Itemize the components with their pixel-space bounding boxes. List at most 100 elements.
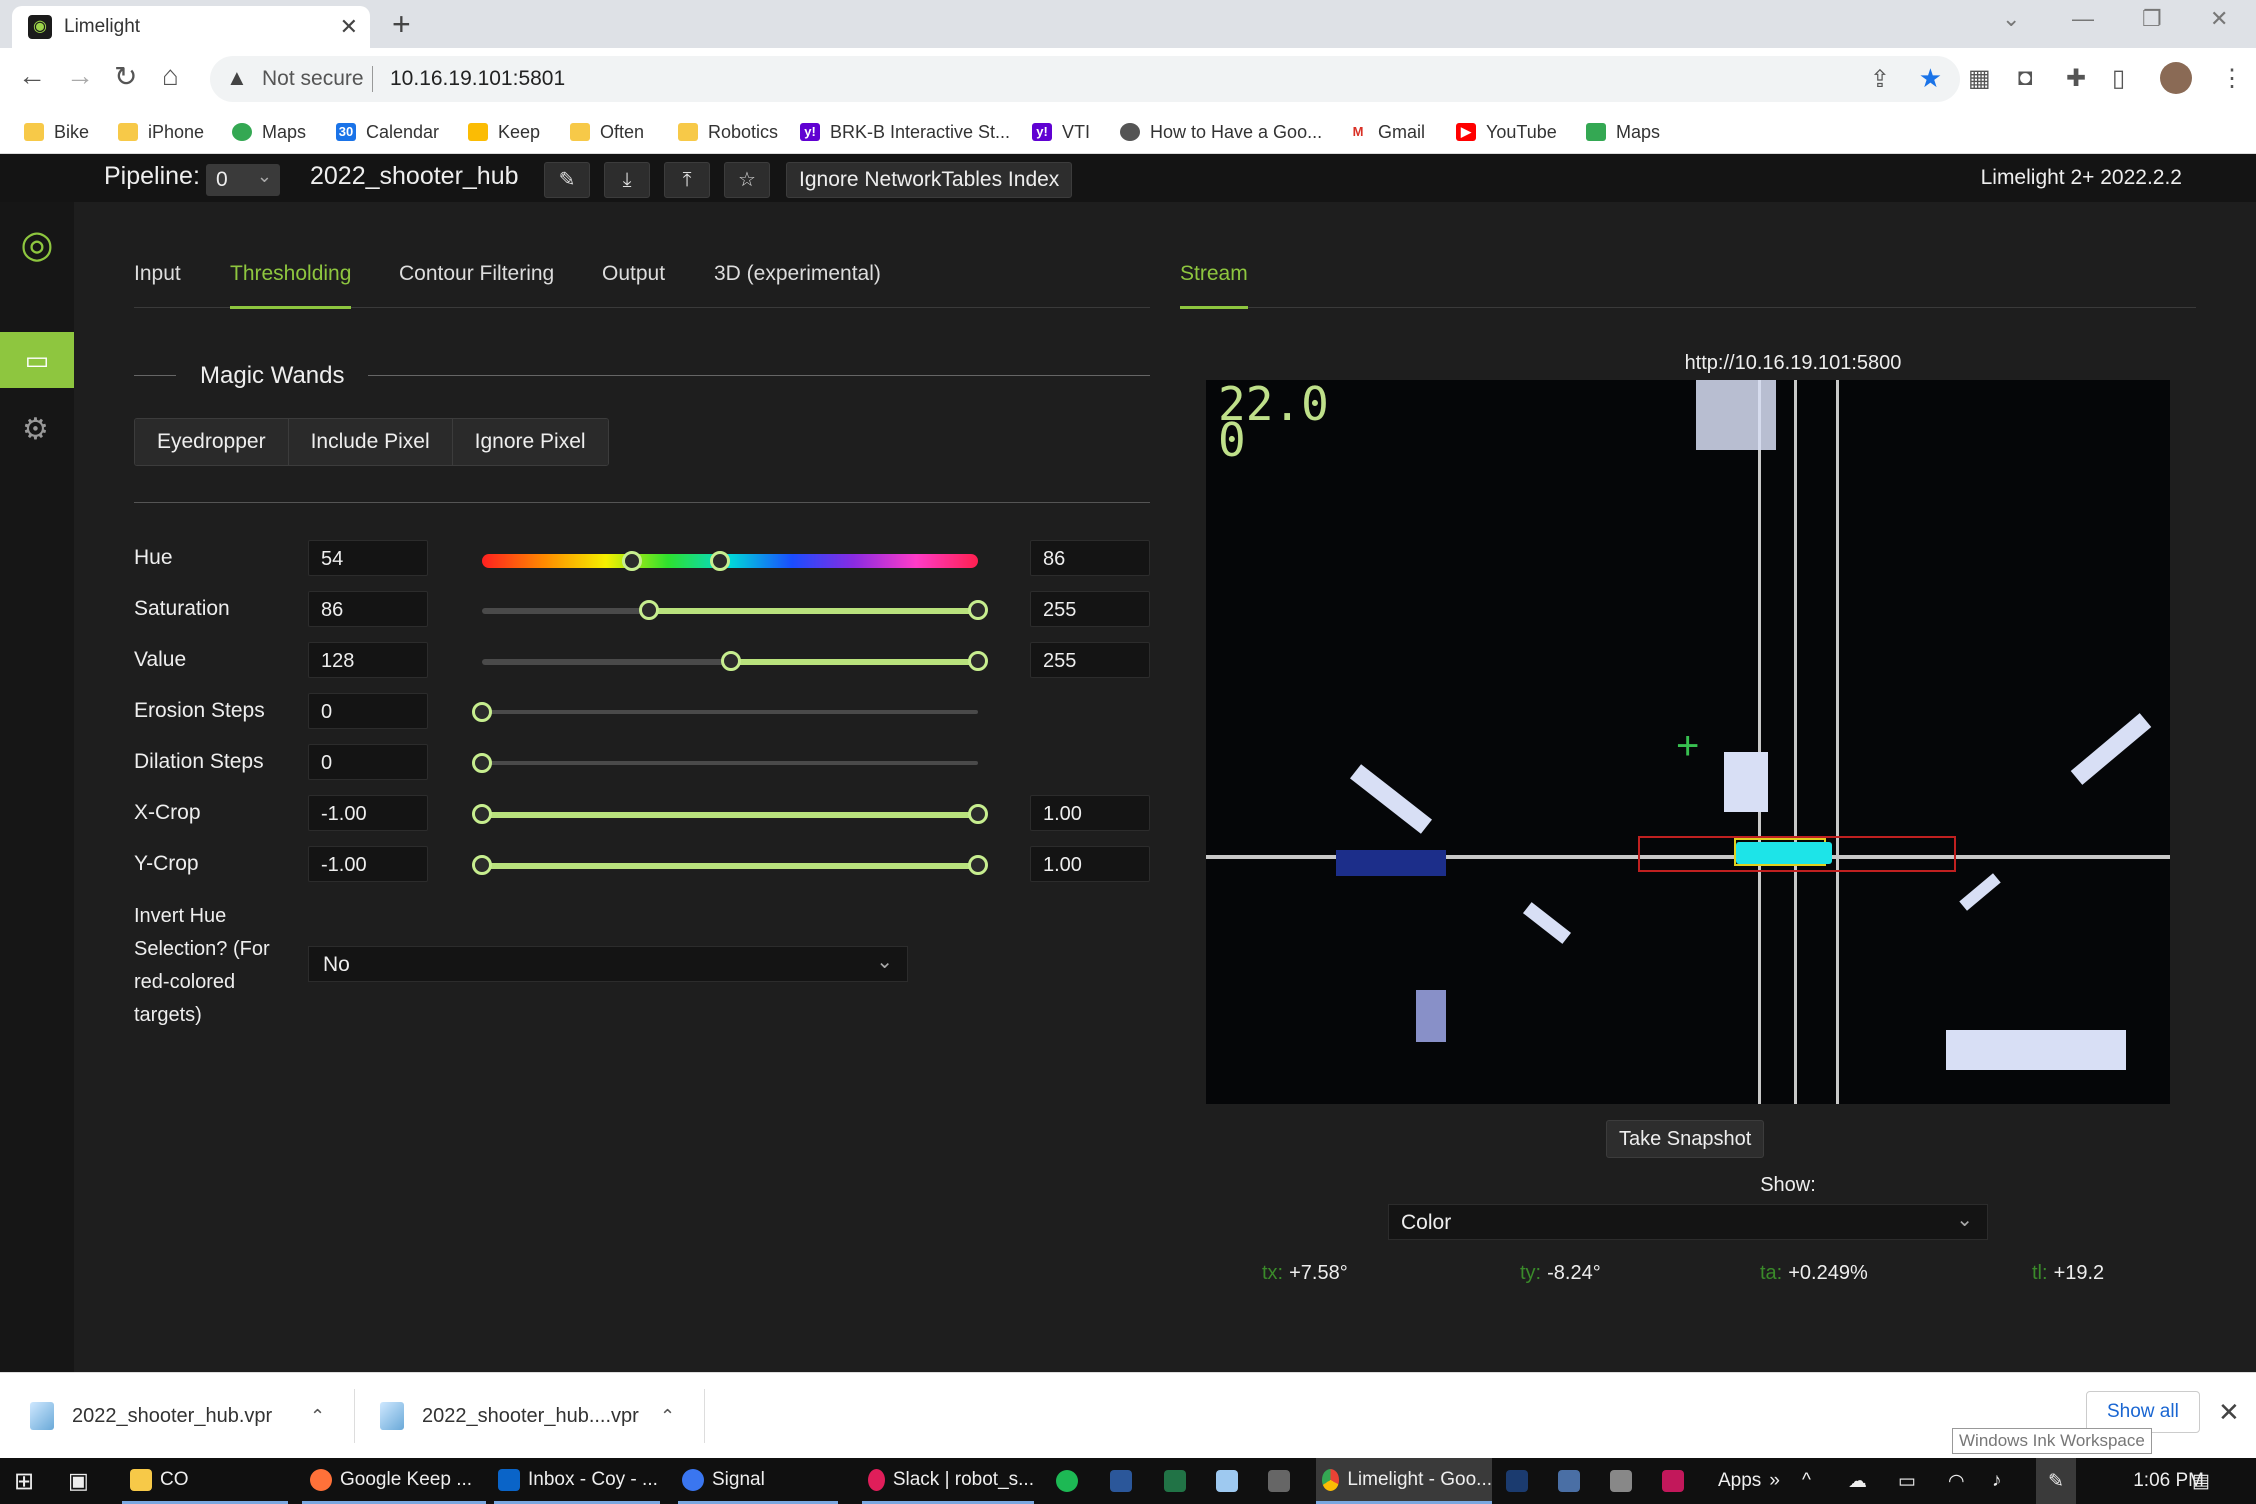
bookmark-youtube[interactable]: ▶ YouTube — [1456, 110, 1557, 154]
close-tab-icon[interactable]: ✕ — [340, 14, 358, 40]
erosion-input[interactable]: 0 — [308, 693, 428, 729]
include-pixel-button[interactable]: Include Pixel — [288, 419, 453, 465]
calendar-app-icon[interactable] — [1610, 1458, 1632, 1504]
excel-icon[interactable] — [1164, 1458, 1186, 1504]
y-crop-max-handle[interactable] — [968, 855, 988, 875]
bookmark-gmail[interactable]: M Gmail — [1348, 110, 1425, 154]
tab-output[interactable]: Output — [602, 262, 665, 286]
dilation-input[interactable]: 0 — [308, 744, 428, 780]
taskbar-signal[interactable]: Signal — [678, 1458, 838, 1504]
hue-slider[interactable] — [482, 551, 978, 571]
erosion-handle[interactable] — [472, 702, 492, 722]
cloud-icon[interactable]: ☁ — [1848, 1458, 1867, 1504]
taskbar-slack[interactable]: Slack | robot_s... — [862, 1458, 1034, 1504]
taskbar-outlook[interactable]: Inbox - Coy - ... — [494, 1458, 660, 1504]
extension-icon[interactable]: ▦ — [1968, 64, 1991, 93]
notifications-icon[interactable]: ▤ — [2192, 1458, 2210, 1504]
camera-stream[interactable]: 22.0 0 + — [1206, 380, 2170, 1104]
dilation-slider[interactable] — [472, 753, 978, 773]
taskbar-chrome[interactable]: Limelight - Goo... — [1316, 1458, 1492, 1504]
puzzle-extensions-icon[interactable]: ✚ — [2066, 64, 2086, 93]
invert-hue-select[interactable]: No ⌄ — [308, 946, 908, 982]
reload-icon[interactable]: ↻ — [114, 60, 137, 93]
bookmark-maps-2[interactable]: Maps — [1586, 110, 1660, 154]
value-max-input[interactable]: 255 — [1030, 642, 1150, 678]
vpn-icon[interactable] — [1506, 1458, 1528, 1504]
y-crop-slider[interactable] — [472, 855, 988, 875]
tab-search-icon[interactable]: ⌄ — [2002, 6, 2020, 32]
taskbar-firefox[interactable]: Google Keep ... — [302, 1458, 486, 1504]
y-crop-min-input[interactable]: -1.00 — [308, 846, 428, 882]
hue-max-handle[interactable] — [710, 551, 731, 571]
value-slider[interactable] — [482, 651, 988, 671]
bookmark-star-icon[interactable]: ★ — [1919, 63, 1942, 94]
bookmark-keep[interactable]: Keep — [468, 110, 540, 154]
bookmark-bike[interactable]: Bike — [24, 110, 89, 154]
bookmark-vti[interactable]: y! VTI — [1032, 110, 1090, 154]
task-view-icon[interactable]: ▣ — [68, 1458, 89, 1504]
wifi-icon[interactable]: ◠ — [1948, 1458, 1965, 1504]
x-crop-min-input[interactable]: -1.00 — [308, 795, 428, 831]
value-min-input[interactable]: 128 — [308, 642, 428, 678]
close-downloads-icon[interactable]: ✕ — [2218, 1397, 2240, 1428]
forward-icon[interactable]: → — [66, 60, 94, 92]
tab-3d-experimental[interactable]: 3D (experimental) — [714, 262, 881, 286]
close-window-icon[interactable]: ✕ — [2210, 6, 2228, 32]
bookmark-maps[interactable]: Maps — [232, 110, 306, 154]
menu-dots-icon[interactable]: ⋮ — [2220, 64, 2244, 93]
side-panel-icon[interactable]: ▯ — [2112, 64, 2125, 93]
x-crop-max-input[interactable]: 1.00 — [1030, 795, 1150, 831]
word-icon[interactable] — [1110, 1458, 1132, 1504]
profile-avatar[interactable] — [2160, 62, 2192, 94]
url-text[interactable]: 10.16.19.101:5801 — [390, 67, 565, 91]
tab-input[interactable]: Input — [134, 262, 181, 286]
restore-icon[interactable]: ❐ — [2142, 6, 2162, 32]
battery-icon[interactable]: ▭ — [1898, 1458, 1916, 1504]
saturation-min-input[interactable]: 86 — [308, 591, 428, 627]
app-icon[interactable] — [1216, 1458, 1238, 1504]
upload-pipeline-button[interactable]: ⤒ — [664, 162, 710, 198]
take-snapshot-button[interactable]: Take Snapshot — [1606, 1120, 1765, 1158]
bookmark-iphone[interactable]: iPhone — [118, 110, 204, 154]
download-pipeline-button[interactable]: ⤓ — [604, 162, 650, 198]
show-mode-select[interactable]: Color ⌄ — [1388, 1204, 1988, 1240]
pen-ink-icon[interactable]: ✎ — [2036, 1458, 2076, 1504]
saturation-max-input[interactable]: 255 — [1030, 591, 1150, 627]
saturation-slider[interactable] — [482, 600, 988, 620]
browser-tab[interactable]: ◉ Limelight ✕ — [12, 6, 370, 48]
download-item[interactable]: 2022_shooter_hub.vpr ⌃ — [30, 1373, 350, 1459]
eyedropper-button[interactable]: Eyedropper — [135, 419, 289, 465]
bookmark-robotics[interactable]: Robotics — [678, 110, 778, 154]
calculator-icon[interactable] — [1268, 1458, 1290, 1504]
saturation-min-handle[interactable] — [639, 600, 660, 620]
bookmark-calendar[interactable]: 30 Calendar — [336, 110, 439, 154]
edit-pipeline-button[interactable]: ✎ — [544, 162, 590, 198]
new-tab-icon[interactable]: + — [392, 6, 411, 43]
show-all-downloads-button[interactable]: Show all — [2086, 1391, 2200, 1433]
ignore-networktables-button[interactable]: Ignore NetworkTables Index — [786, 162, 1073, 198]
settings-gear-icon[interactable]: ⚙ — [22, 412, 49, 447]
y-crop-max-input[interactable]: 1.00 — [1030, 846, 1150, 882]
bookmark-how-to[interactable]: How to Have a Goo... — [1120, 110, 1322, 154]
windows-start-icon[interactable]: ⊞ — [14, 1458, 34, 1504]
back-icon[interactable]: ← — [18, 60, 46, 92]
favorite-pipeline-button[interactable]: ☆ — [724, 162, 770, 198]
hue-max-input[interactable]: 86 — [1030, 540, 1150, 576]
visual-studio-icon[interactable] — [1662, 1458, 1684, 1504]
ignore-pixel-button[interactable]: Ignore Pixel — [452, 419, 608, 465]
spotify-icon[interactable] — [1056, 1458, 1078, 1504]
value-max-handle[interactable] — [968, 651, 988, 671]
minimize-icon[interactable]: — — [2072, 6, 2094, 32]
tab-stream[interactable]: Stream — [1180, 262, 1248, 309]
value-min-handle[interactable] — [720, 651, 741, 671]
x-crop-slider[interactable] — [472, 804, 988, 824]
address-bar[interactable]: ▲ Not secure 10.16.19.101:5801 ⇪ ★ — [210, 56, 1960, 102]
tray-overflow-icon[interactable]: ^ — [1802, 1458, 1811, 1504]
chevron-up-icon[interactable]: ⌃ — [660, 1406, 675, 1427]
erosion-slider[interactable] — [472, 702, 978, 722]
tab-manager-icon[interactable]: ◘ — [2018, 64, 2033, 92]
x-crop-max-handle[interactable] — [968, 804, 988, 824]
dilation-handle[interactable] — [472, 753, 492, 773]
hue-min-input[interactable]: 54 — [308, 540, 428, 576]
pipeline-select[interactable]: 0 ⌄ — [206, 164, 280, 196]
